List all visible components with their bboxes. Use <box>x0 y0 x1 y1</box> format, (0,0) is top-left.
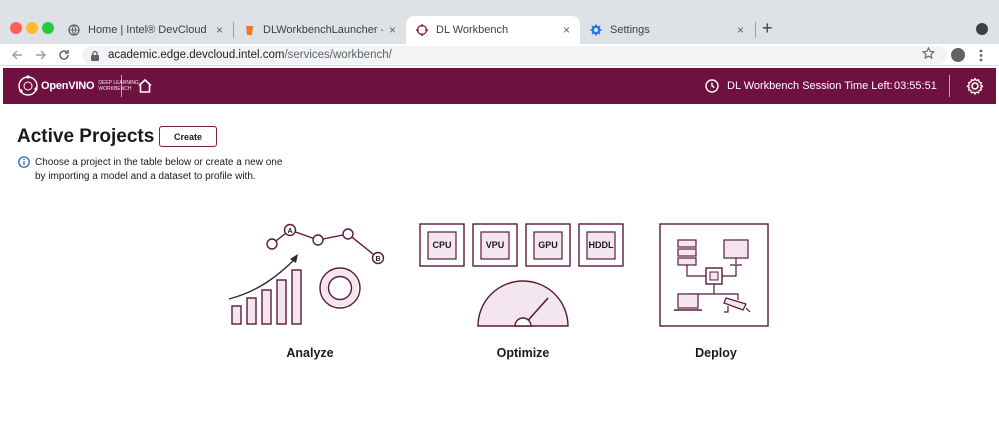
data-point <box>342 228 354 240</box>
chip-label-vpu: VPU <box>486 240 505 250</box>
app-header: OpenVINO DEEP LEARNING WORKBENCH DL Workb… <box>3 68 996 104</box>
header-divider <box>121 75 122 97</box>
bar-5 <box>291 269 302 325</box>
logo-subtitle: DEEP LEARNING WORKBENCH <box>98 80 138 92</box>
hddl-chip: HDDL <box>578 223 624 267</box>
chip-label-hddl: HDDL <box>589 240 614 250</box>
data-point <box>266 238 278 250</box>
page-title: Active Projects <box>17 126 155 147</box>
browser-toolbar: academic.edge.devcloud.intel.com/service… <box>0 44 999 66</box>
optimize-label: Optimize <box>496 346 550 360</box>
session-time-label: DL Workbench Session Time Left: <box>727 80 893 92</box>
browser-tab-home[interactable]: Home | Intel® DevCloud × <box>58 16 233 44</box>
home-icon[interactable] <box>136 77 154 95</box>
browser-tab-launcher[interactable]: DLWorkbenchLauncher - Jupyt × <box>234 16 406 44</box>
info-line: Choose a project in the table below or c… <box>35 157 283 168</box>
browser-tab-dl-workbench[interactable]: DL Workbench × <box>406 16 580 44</box>
server-icon <box>677 239 697 266</box>
info-icon <box>18 156 30 168</box>
new-tab-button[interactable]: + <box>762 18 773 39</box>
tab-close-icon[interactable]: × <box>389 23 396 37</box>
reload-icon[interactable] <box>58 49 70 61</box>
kebab-menu-icon[interactable] <box>979 49 983 62</box>
session-time-value: 03:55:51 <box>894 80 937 92</box>
chip-label-gpu: GPU <box>538 240 558 250</box>
point-a-label: A <box>287 228 292 235</box>
account-avatar-icon[interactable] <box>951 48 965 62</box>
jupyter-icon <box>246 26 253 35</box>
vpu-chip: VPU <box>472 223 518 267</box>
bar-3 <box>261 289 272 325</box>
optimize-illustration[interactable]: CPU VPU GPU HDDL <box>418 222 628 330</box>
tab-title: DLWorkbenchLauncher - Jupyt <box>263 24 383 36</box>
point-b-label: B <box>375 256 380 263</box>
url-host: academic.edge.devcloud.intel.com <box>108 49 285 61</box>
tab-title: Settings <box>610 24 650 36</box>
browser-tabstrip: Home | Intel® DevCloud × DLWorkbenchLaun… <box>0 0 999 44</box>
tab-close-icon[interactable]: × <box>216 23 223 37</box>
tab-title: Home | Intel® DevCloud <box>88 24 207 36</box>
window-zoom-button[interactable] <box>42 22 54 34</box>
window-close-button[interactable] <box>10 22 22 34</box>
address-bar[interactable]: academic.edge.devcloud.intel.com/service… <box>82 46 947 64</box>
dlworkbench-icon <box>416 24 428 36</box>
bookmark-star-icon[interactable] <box>922 47 935 60</box>
tab-close-icon[interactable]: × <box>563 23 570 37</box>
laptop-icon <box>674 293 702 311</box>
browser-tab-settings[interactable]: Settings × <box>580 16 754 44</box>
hub-chip-core <box>709 271 719 281</box>
logo-text: OpenVINO <box>41 80 95 92</box>
deploy-illustration[interactable] <box>658 222 772 330</box>
gpu-chip: GPU <box>525 223 571 267</box>
logo-subtitle-line: WORKBENCH <box>98 86 132 92</box>
trend-arrowhead-icon <box>290 254 298 263</box>
gear-icon <box>590 24 602 36</box>
header-divider <box>949 75 950 97</box>
bar-2 <box>246 297 257 325</box>
lock-icon <box>91 50 99 61</box>
create-project-button[interactable]: Create <box>159 126 217 147</box>
deploy-label: Deploy <box>695 346 737 360</box>
analyze-illustration[interactable]: A B <box>226 222 392 328</box>
tab-close-icon[interactable]: × <box>737 23 744 37</box>
bar-1 <box>231 305 242 325</box>
browser-menu-dot-icon[interactable] <box>976 23 988 35</box>
tab-separator <box>755 22 756 38</box>
clock-icon <box>705 79 719 93</box>
cpu-chip: CPU <box>419 223 465 267</box>
donut-inner <box>327 275 353 301</box>
back-arrow-icon[interactable] <box>11 49 23 61</box>
bar-4 <box>276 279 287 325</box>
openvino-logo-mark-icon <box>18 75 38 96</box>
forward-arrow-icon[interactable] <box>35 49 47 61</box>
data-point <box>312 234 324 246</box>
chip-label-cpu: CPU <box>432 240 451 250</box>
globe-icon <box>68 24 80 36</box>
info-line: by importing a model and a dataset to pr… <box>35 171 256 182</box>
info-message: Choose a project in the table below or c… <box>35 156 325 184</box>
window-minimize-button[interactable] <box>26 22 38 34</box>
tab-title: DL Workbench <box>436 24 509 36</box>
url-path: /services/workbench/ <box>284 49 392 61</box>
settings-gear-icon[interactable] <box>965 76 985 96</box>
analyze-label: Analyze <box>286 346 334 360</box>
